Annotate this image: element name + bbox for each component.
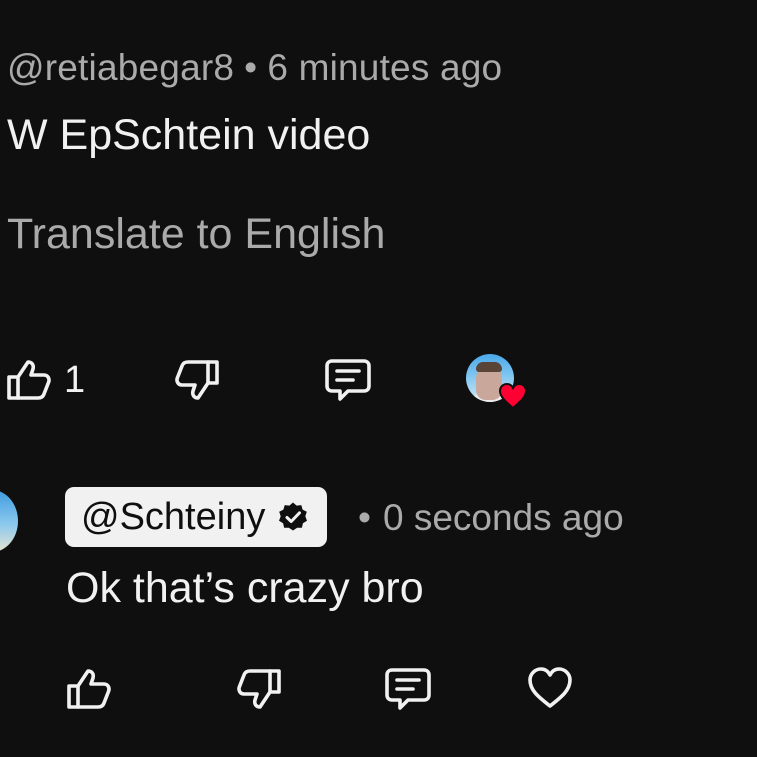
heart-badge [498, 382, 528, 415]
thumbs-down-icon [237, 669, 281, 709]
comment-2-author-chip[interactable]: @Schteiny [65, 487, 328, 547]
comment-2-meta: • 0 seconds ago [358, 494, 624, 542]
reply-button[interactable] [384, 666, 432, 712]
comment-1-text: W EpSchtein video [7, 111, 371, 159]
thumbs-up-icon [67, 669, 111, 709]
dislike-button[interactable] [174, 358, 220, 402]
comment-2-avatar[interactable] [0, 490, 18, 552]
comment-1-meta: @retiabegar8 • 6 minutes ago [7, 44, 502, 92]
heart-icon [498, 382, 528, 410]
like-count: 1 [64, 359, 86, 401]
meta-separator: • [244, 47, 258, 88]
thumbs-up-icon [7, 360, 51, 400]
verified-check-icon [279, 502, 308, 531]
like-button[interactable] [66, 667, 112, 711]
heart-icon [528, 667, 572, 708]
comment-icon [385, 668, 431, 710]
dislike-button[interactable] [236, 667, 282, 711]
comment-2-timestamp[interactable]: 0 seconds ago [383, 497, 624, 538]
comment-icon [325, 359, 371, 401]
comment-1-author[interactable]: @retiabegar8 [7, 47, 234, 88]
comment-1-timestamp[interactable]: 6 minutes ago [267, 47, 502, 88]
comment-2-author: @Schteiny [81, 495, 266, 538]
thumbs-down-icon [175, 360, 219, 400]
translate-button[interactable]: Translate to English [7, 207, 385, 261]
meta-separator: • [358, 497, 371, 538]
reply-button[interactable] [324, 357, 372, 403]
like-button[interactable] [6, 358, 52, 402]
heart-button[interactable] [526, 666, 574, 710]
creator-heart [466, 354, 530, 414]
comment-2-text: Ok that’s crazy bro [66, 564, 424, 612]
